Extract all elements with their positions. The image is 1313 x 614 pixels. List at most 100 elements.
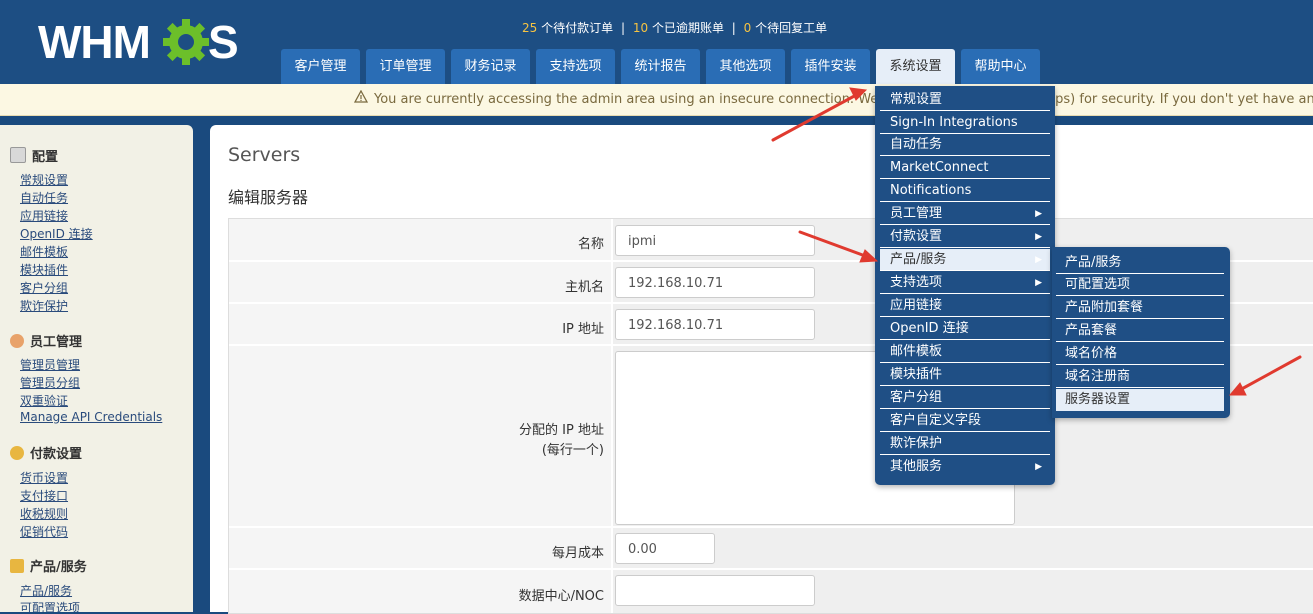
sidebar-link-client-groups[interactable]: 客户分组	[20, 279, 68, 296]
menu-item-label: 产品/服务	[890, 252, 947, 267]
menu-item-client-groups[interactable]: 客户分组	[880, 387, 1050, 409]
insecure-connection-warning: You are currently accessing the admin ar…	[0, 84, 1313, 116]
sidebar-link-api-credentials[interactable]: Manage API Credentials	[20, 410, 162, 424]
menu-item-products-services[interactable]: 产品/服务 ▶	[880, 249, 1050, 271]
menu-item-other[interactable]: 其他服务 ▶	[880, 456, 1050, 478]
nav-tab-orders[interactable]: 订单管理	[366, 49, 445, 84]
submenu-item-products[interactable]: 产品/服务	[1056, 252, 1224, 274]
sidebar-section-payments: 付款设置	[10, 443, 82, 462]
menu-item-email-templates[interactable]: 邮件模板	[880, 341, 1050, 363]
name-input[interactable]: ipmi	[615, 225, 815, 256]
submenu-item-product-bundles[interactable]: 产品套餐	[1056, 320, 1224, 342]
whmcs-logo[interactable]: WHM S	[38, 18, 248, 66]
sidebar-link-tax-rules[interactable]: 收税规则	[20, 505, 68, 522]
sidebar-link-openid[interactable]: OpenID 连接	[20, 225, 93, 242]
monthly-cost-label: 每月成本	[551, 546, 604, 561]
menu-item-staff-management[interactable]: 员工管理 ▶	[880, 203, 1050, 225]
form-label-cell	[229, 219, 611, 260]
menu-item-support[interactable]: 支持选项 ▶	[880, 272, 1050, 294]
menu-item-fraud-protection[interactable]: 欺诈保护	[880, 433, 1050, 455]
sidebar-section-staff: 员工管理	[10, 331, 82, 350]
header-stats: 25 个待付款订单 | 10 个已逾期账单 | 0 个待回复工单	[522, 19, 827, 36]
products-submenu: 产品/服务 可配置选项 产品附加套餐 产品套餐 域名价格 域名注册商 服务器设置	[1052, 247, 1230, 418]
nav-tab-help[interactable]: 帮助中心	[961, 49, 1040, 84]
sidebar: 配置 常规设置 自动任务 应用链接 OpenID 连接 邮件模板 模块插件 客户…	[0, 125, 193, 612]
sidebar-link-general-settings[interactable]: 常规设置	[20, 171, 68, 188]
stats-separator: |	[731, 21, 736, 35]
nav-tab-addons[interactable]: 插件安装	[791, 49, 870, 84]
monthly-cost-input[interactable]: 0.00	[615, 533, 715, 564]
tickets-label[interactable]: 个待回复工单	[755, 21, 827, 35]
nav-tab-billing[interactable]: 财务记录	[451, 49, 530, 84]
menu-item-app-links[interactable]: 应用链接	[880, 295, 1050, 317]
menu-item-sign-in-integrations[interactable]: Sign-In Integrations	[880, 112, 1050, 134]
sidebar-link-promotions[interactable]: 促销代码	[20, 523, 68, 540]
sidebar-link-email-templates[interactable]: 邮件模板	[20, 243, 68, 260]
menu-item-payments[interactable]: 付款设置 ▶	[880, 226, 1050, 248]
sidebar-link-automation[interactable]: 自动任务	[20, 189, 68, 206]
form-label-cell	[229, 262, 611, 302]
menu-item-notifications[interactable]: Notifications	[880, 180, 1050, 202]
nav-tab-support[interactable]: 支持选项	[536, 49, 615, 84]
nav-tab-reports[interactable]: 统计报告	[621, 49, 700, 84]
chevron-right-icon: ▶	[1035, 209, 1042, 219]
menu-item-openid[interactable]: OpenID 连接	[880, 318, 1050, 340]
datacenter-label: 数据中心/NOC	[518, 589, 604, 604]
sidebar-link-app-links[interactable]: 应用链接	[20, 207, 68, 224]
stats-separator: |	[620, 21, 625, 35]
chevron-right-icon: ▶	[1035, 232, 1042, 242]
menu-item-modules[interactable]: 模块插件	[880, 364, 1050, 386]
sidebar-link-fraud-protection[interactable]: 欺诈保护	[20, 297, 68, 314]
submenu-item-domain-pricing[interactable]: 域名价格	[1056, 343, 1224, 365]
sidebar-link-two-factor[interactable]: 双重验证	[20, 392, 68, 409]
sidebar-link-currencies[interactable]: 货币设置	[20, 469, 68, 486]
sidebar-section-title: 员工管理	[30, 335, 83, 350]
overdue-label[interactable]: 个已逾期账单	[652, 21, 724, 35]
sidebar-link-payment-gateways[interactable]: 支付接口	[20, 487, 68, 504]
chevron-right-icon: ▶	[1035, 462, 1042, 472]
menu-item-custom-client-fields[interactable]: 客户自定义字段	[880, 410, 1050, 432]
menu-item-label: 其他服务	[890, 459, 943, 474]
warning-text: You are currently accessing the admin ar…	[374, 92, 1313, 107]
warning-icon	[353, 84, 369, 115]
tickets-count[interactable]: 0	[744, 21, 752, 35]
hostname-label: 主机名	[564, 280, 604, 295]
submenu-item-servers[interactable]: 服务器设置	[1056, 389, 1224, 411]
pending-orders-label[interactable]: 个待付款订单	[541, 21, 613, 35]
menu-item-label: 付款设置	[890, 229, 943, 244]
sidebar-link-modules[interactable]: 模块插件	[20, 261, 68, 278]
nav-tab-setup[interactable]: 系统设置	[876, 49, 955, 84]
sidebar-section-config: 配置	[10, 146, 58, 165]
sidebar-link-admin-groups[interactable]: 管理员分组	[20, 374, 80, 391]
nav-tab-utilities[interactable]: 其他选项	[706, 49, 785, 84]
datacenter-input[interactable]	[615, 575, 815, 606]
ip-address-input[interactable]: 192.168.10.71	[615, 309, 815, 340]
sidebar-link-admin-users[interactable]: 管理员管理	[20, 356, 80, 373]
box-icon	[10, 559, 24, 573]
submenu-item-configurable-options[interactable]: 可配置选项	[1056, 274, 1224, 296]
sidebar-link-configurable-options[interactable]: 可配置选项	[20, 599, 80, 612]
page-title: Servers	[228, 144, 301, 166]
user-icon	[10, 334, 24, 348]
overdue-count[interactable]: 10	[633, 21, 648, 35]
menu-item-label: 员工管理	[890, 206, 943, 221]
hostname-input[interactable]: 192.168.10.71	[615, 267, 815, 298]
logo-text: WHM	[38, 18, 150, 66]
gear-icon	[163, 19, 209, 65]
submenu-item-domain-registrars[interactable]: 域名注册商	[1056, 366, 1224, 388]
config-icon	[10, 147, 26, 163]
menu-item-marketconnect[interactable]: MarketConnect	[880, 157, 1050, 179]
menu-item-general-settings[interactable]: 常规设置	[880, 89, 1050, 111]
pending-orders-count[interactable]: 25	[522, 21, 537, 35]
menu-item-automation[interactable]: 自动任务	[880, 134, 1050, 156]
nav-tab-clients[interactable]: 客户管理	[281, 49, 360, 84]
sidebar-link-products[interactable]: 产品/服务	[20, 582, 72, 599]
sidebar-section-title: 付款设置	[30, 447, 83, 462]
submenu-item-product-addons[interactable]: 产品附加套餐	[1056, 297, 1224, 319]
form-label-cell	[229, 304, 611, 344]
page-subtitle: 编辑服务器	[228, 188, 309, 207]
sidebar-section-title: 配置	[32, 150, 59, 165]
coins-icon	[10, 446, 24, 460]
menu-item-label: 支持选项	[890, 275, 943, 290]
name-label: 名称	[577, 237, 604, 252]
